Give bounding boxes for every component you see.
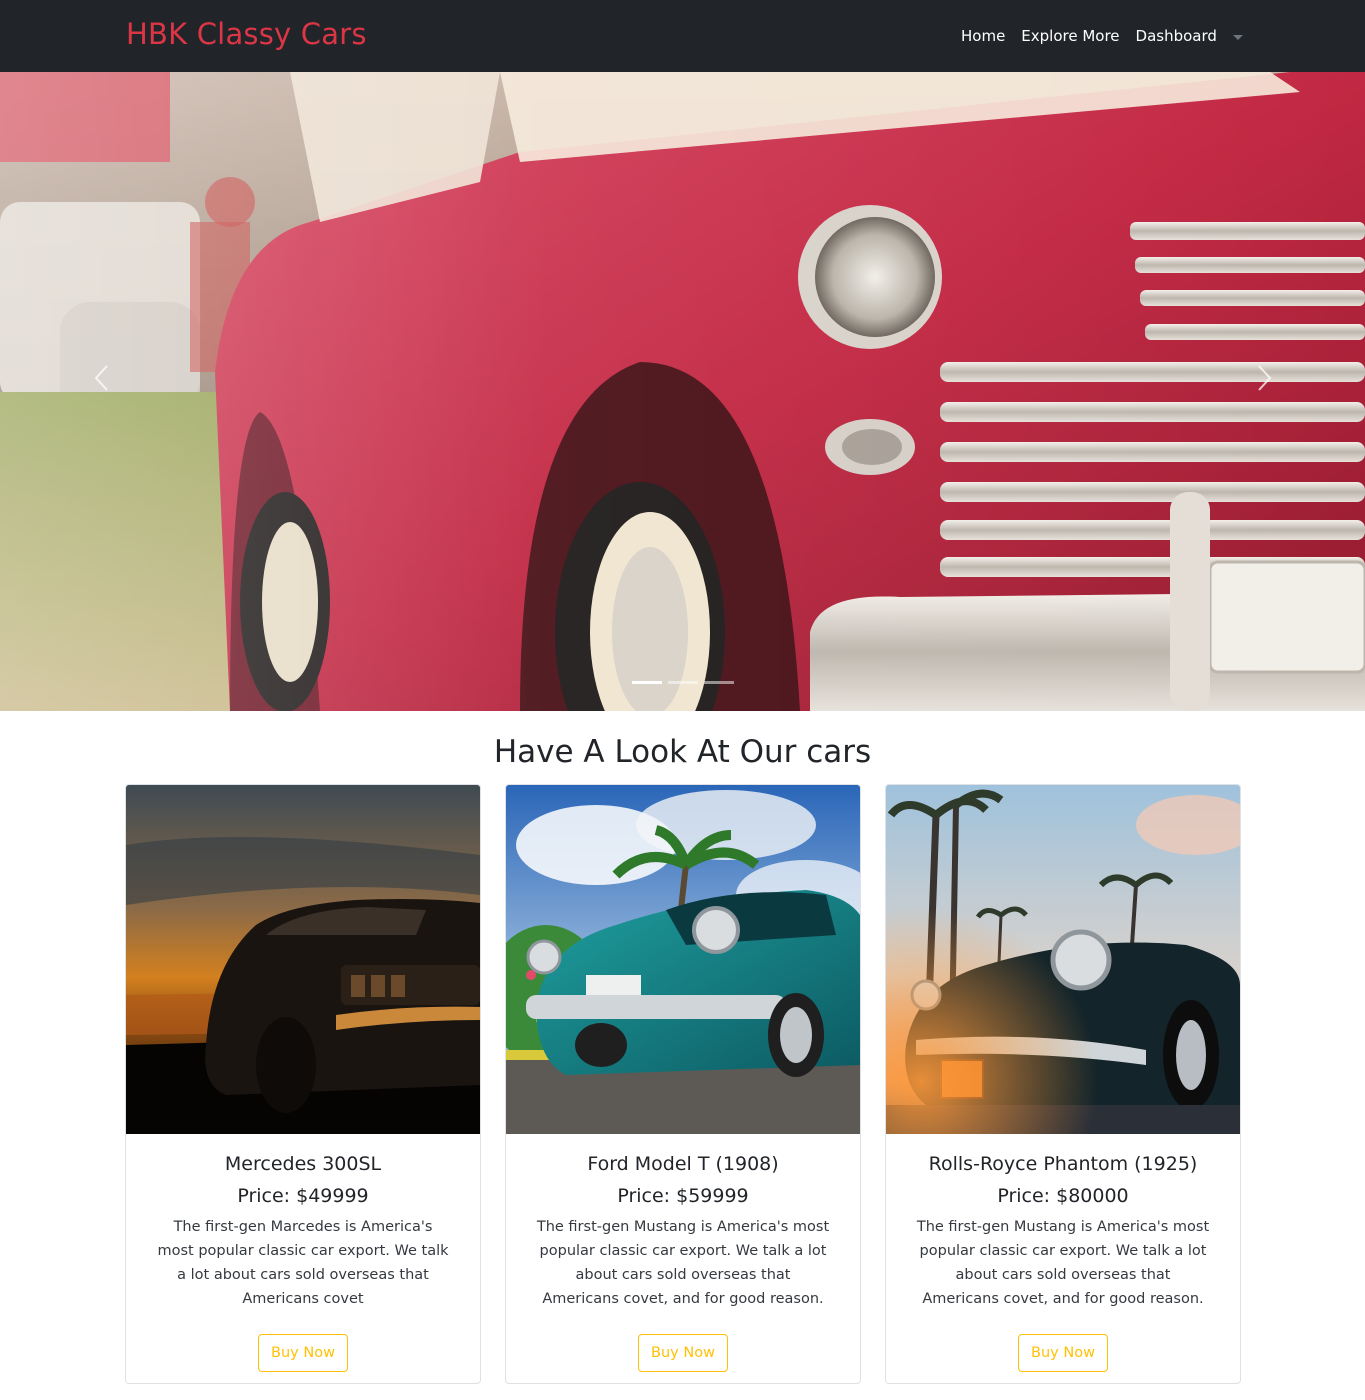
nav-links: Home Explore More Dashboard (953, 24, 1243, 48)
buy-now-button[interactable]: Buy Now (258, 1334, 348, 1372)
car-description: The first-gen Mustang is America's most … (536, 1219, 830, 1307)
carousel-indicator-3[interactable] (704, 681, 734, 684)
nav-home[interactable]: Home (953, 24, 1013, 48)
car-image (886, 785, 1240, 1134)
car-card: Rolls-Royce Phantom (1925) Price: $80000… (885, 784, 1241, 1384)
car-price: Price: $80000 (997, 1185, 1129, 1207)
dropdown-caret-icon[interactable] (1232, 34, 1243, 40)
car-image (126, 785, 480, 1134)
carousel-next-button[interactable] (1244, 358, 1284, 398)
car-title: Rolls-Royce Phantom (1925) (928, 1153, 1198, 1175)
carousel-indicator-1[interactable] (632, 681, 662, 684)
car-title: Mercedes 300SL (224, 1153, 382, 1175)
car-card: Mercedes 300SL Price: $49999 The first-g… (125, 784, 481, 1384)
car-price: Price: $59999 (617, 1185, 749, 1207)
chevron-right-icon (1258, 365, 1272, 391)
car-title: Ford Model T (1908) (587, 1153, 779, 1175)
hero-carousel (0, 72, 1365, 711)
carousel-prev-button[interactable] (82, 358, 122, 398)
car-card: Ford Model T (1908) Price: $59999 The fi… (505, 784, 861, 1384)
brand-logo[interactable]: HBK Classy Cars (126, 16, 367, 52)
car-description: The first-gen Mustang is America's most … (916, 1219, 1210, 1307)
buy-now-button[interactable]: Buy Now (638, 1334, 728, 1372)
car-image (506, 785, 860, 1134)
buy-now-button[interactable]: Buy Now (1018, 1334, 1108, 1372)
section-title: Have A Look At Our cars (493, 734, 872, 770)
carousel-indicator-2[interactable] (668, 681, 698, 684)
car-price: Price: $49999 (237, 1185, 369, 1207)
car-description: The first-gen Marcedes is America's most… (157, 1219, 449, 1307)
hero-image (0, 72, 1365, 711)
chevron-left-icon (94, 365, 108, 391)
navbar: HBK Classy Cars Home Explore More Dashbo… (0, 0, 1365, 72)
nav-explore-more[interactable]: Explore More (1013, 24, 1127, 48)
carousel-indicators (632, 681, 734, 684)
nav-dashboard[interactable]: Dashboard (1128, 24, 1225, 48)
